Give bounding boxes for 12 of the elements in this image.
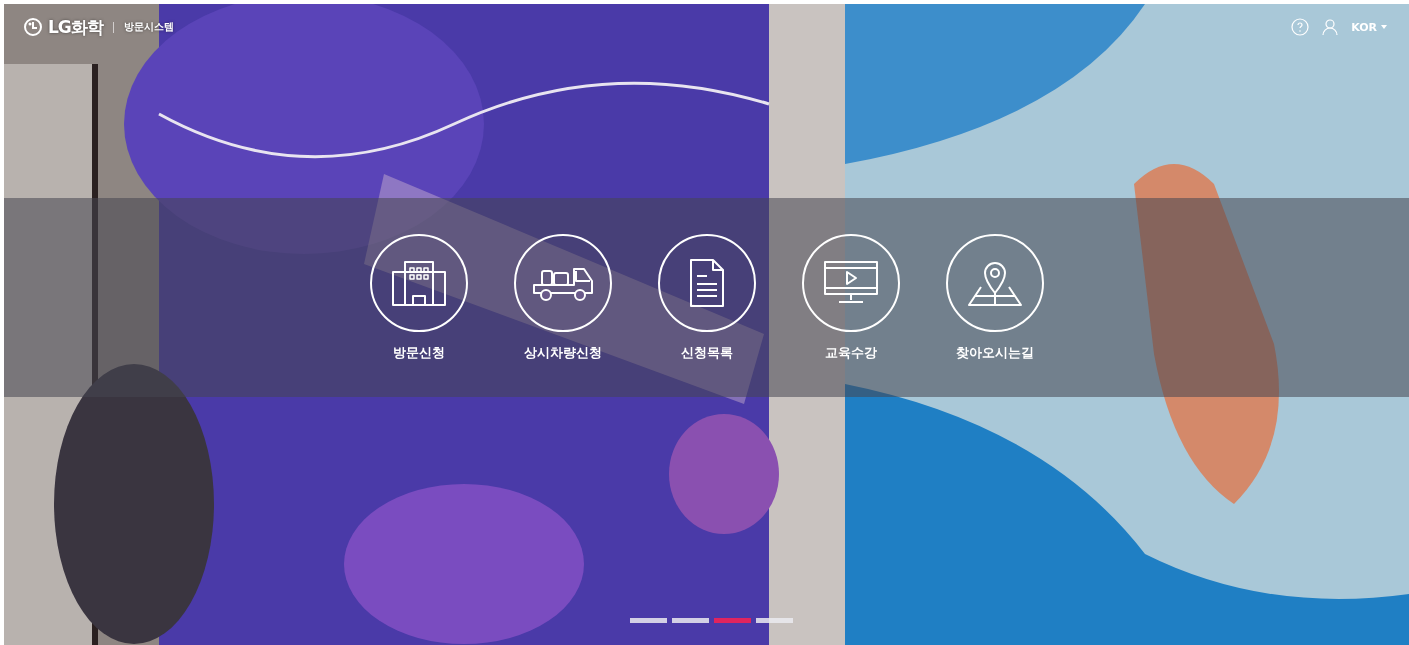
logo-text: LG화학 [48, 15, 103, 39]
help-icon[interactable] [1291, 18, 1310, 36]
slide-indicator[interactable] [630, 618, 667, 623]
map-pin-icon [966, 259, 1023, 307]
user-icon[interactable] [1321, 18, 1340, 36]
slide-indicator[interactable] [714, 618, 751, 623]
slide-indicator[interactable] [756, 618, 793, 623]
logo-icon [24, 18, 42, 36]
monitor-play-icon [822, 260, 879, 306]
slide-indicator[interactable] [672, 618, 709, 623]
building-icon [390, 260, 447, 306]
caret-icon [1381, 25, 1387, 29]
